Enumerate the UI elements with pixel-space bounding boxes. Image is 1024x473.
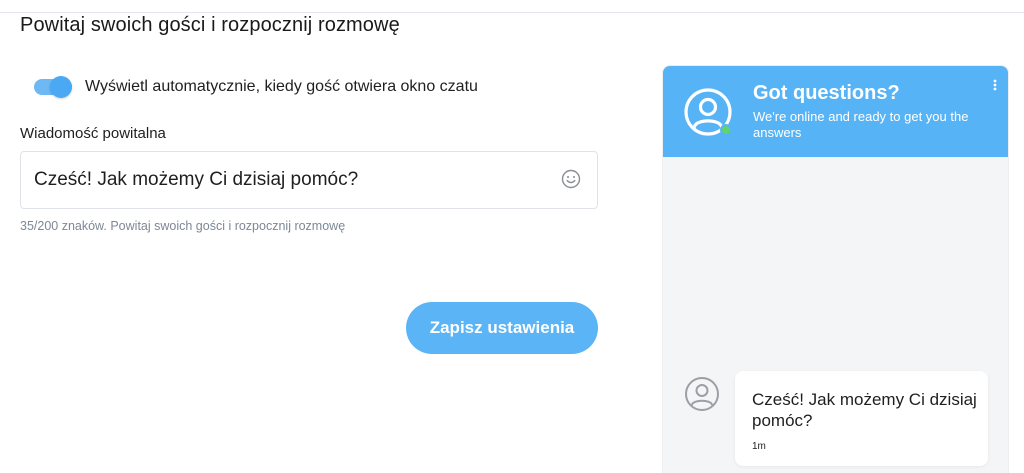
agent-avatar-icon bbox=[684, 376, 720, 412]
top-divider bbox=[0, 12, 1024, 13]
auto-display-row: Wyświetl automatycznie, kiedy gość otwie… bbox=[34, 76, 478, 98]
auto-display-label: Wyświetl automatycznie, kiedy gość otwie… bbox=[85, 78, 478, 95]
bubble-timestamp: 1m bbox=[752, 441, 766, 452]
chat-widget-preview: Got questions? We're online and ready to… bbox=[662, 65, 1009, 473]
welcome-message-bubble: Cześć! Jak możemy Ci dzisiaj pomóc? 1m bbox=[735, 371, 988, 466]
smiley-icon[interactable] bbox=[559, 167, 583, 191]
toggle-knob bbox=[50, 76, 72, 98]
chat-subtitle: We're online and ready to get you the an… bbox=[753, 109, 969, 140]
bubble-message-text: Cześć! Jak możemy Ci dzisiaj pomóc? bbox=[752, 390, 977, 430]
chat-title: Got questions? bbox=[753, 82, 900, 104]
welcome-message-label: Wiadomość powitalna bbox=[20, 125, 166, 142]
online-status-dot bbox=[720, 124, 732, 136]
save-settings-button[interactable]: Zapisz ustawienia bbox=[406, 302, 598, 354]
welcome-message-input[interactable] bbox=[34, 152, 554, 208]
chat-header: Got questions? We're online and ready to… bbox=[663, 66, 1008, 157]
settings-page: Powitaj swoich gości i rozpocznij rozmow… bbox=[0, 0, 1024, 473]
welcome-message-field bbox=[20, 151, 598, 209]
auto-display-toggle[interactable] bbox=[34, 76, 74, 98]
character-count-helper: 35/200 znaków. Powitaj swoich gości i ro… bbox=[20, 219, 346, 233]
vertical-dots-icon[interactable] bbox=[990, 78, 1000, 94]
section-title: Powitaj swoich gości i rozpocznij rozmow… bbox=[20, 14, 400, 36]
